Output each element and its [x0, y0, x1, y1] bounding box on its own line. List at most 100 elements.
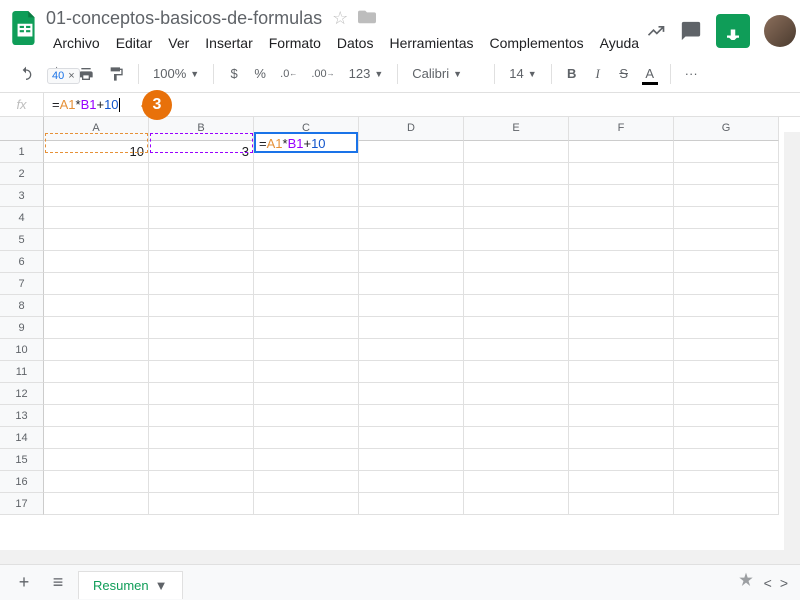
cell[interactable] — [44, 493, 149, 515]
decrease-decimal-button[interactable]: .0← — [274, 61, 303, 87]
row-header[interactable]: 6 — [0, 251, 44, 273]
italic-button[interactable]: I — [586, 61, 610, 87]
cell[interactable] — [254, 273, 359, 295]
increase-decimal-button[interactable]: .00→ — [305, 61, 340, 87]
cell[interactable] — [44, 273, 149, 295]
cell[interactable] — [464, 471, 569, 493]
column-header-g[interactable]: G — [674, 117, 779, 141]
cell[interactable] — [359, 141, 464, 163]
cell[interactable] — [359, 493, 464, 515]
row-header[interactable]: 9 — [0, 317, 44, 339]
cell[interactable] — [44, 449, 149, 471]
cell[interactable] — [44, 185, 149, 207]
cell[interactable] — [359, 449, 464, 471]
cell[interactable] — [674, 141, 779, 163]
cell[interactable] — [359, 163, 464, 185]
row-header[interactable]: 1 — [0, 141, 44, 163]
cell[interactable] — [359, 251, 464, 273]
cell[interactable] — [464, 273, 569, 295]
cell[interactable] — [569, 449, 674, 471]
cell[interactable] — [674, 229, 779, 251]
cell[interactable] — [149, 185, 254, 207]
cell[interactable] — [359, 339, 464, 361]
cell[interactable] — [254, 493, 359, 515]
cell[interactable] — [464, 185, 569, 207]
cell[interactable] — [464, 383, 569, 405]
cell[interactable] — [359, 471, 464, 493]
cell[interactable] — [44, 207, 149, 229]
cell[interactable] — [674, 185, 779, 207]
row-header[interactable]: 15 — [0, 449, 44, 471]
trend-icon[interactable] — [646, 21, 666, 41]
cell[interactable] — [359, 317, 464, 339]
sheets-logo[interactable] — [12, 8, 38, 48]
sheet-tab-active[interactable]: Resumen ▼ — [78, 571, 183, 599]
cell[interactable] — [569, 383, 674, 405]
cell[interactable] — [44, 251, 149, 273]
column-header-d[interactable]: D — [359, 117, 464, 141]
cell[interactable] — [254, 141, 359, 163]
cell[interactable] — [674, 207, 779, 229]
cell[interactable] — [359, 427, 464, 449]
cell[interactable] — [569, 339, 674, 361]
all-sheets-button[interactable]: ≡ — [44, 569, 72, 597]
cell[interactable] — [254, 317, 359, 339]
cell[interactable] — [149, 361, 254, 383]
cell[interactable] — [254, 163, 359, 185]
cell[interactable] — [149, 339, 254, 361]
cell[interactable] — [569, 471, 674, 493]
cell[interactable] — [359, 207, 464, 229]
cell[interactable] — [569, 405, 674, 427]
cell[interactable] — [464, 251, 569, 273]
percent-button[interactable]: % — [248, 61, 272, 87]
cell[interactable] — [44, 229, 149, 251]
sheet-tab-menu-icon[interactable]: ▼ — [155, 578, 168, 593]
row-header[interactable]: 2 — [0, 163, 44, 185]
cell[interactable] — [254, 361, 359, 383]
menu-edit[interactable]: Editar — [109, 31, 160, 55]
cell[interactable] — [254, 295, 359, 317]
cell[interactable] — [569, 427, 674, 449]
fx-icon[interactable]: fx — [0, 93, 44, 116]
account-avatar[interactable] — [764, 15, 796, 47]
row-header[interactable]: 10 — [0, 339, 44, 361]
cell[interactable] — [464, 449, 569, 471]
strikethrough-button[interactable]: S — [612, 61, 636, 87]
row-header[interactable]: 13 — [0, 405, 44, 427]
cell[interactable] — [44, 383, 149, 405]
cell[interactable] — [359, 185, 464, 207]
cell[interactable] — [149, 295, 254, 317]
horizontal-scrollbar[interactable] — [0, 550, 784, 564]
cell[interactable] — [674, 361, 779, 383]
row-header[interactable]: 11 — [0, 361, 44, 383]
cell[interactable] — [359, 361, 464, 383]
cell[interactable] — [149, 449, 254, 471]
cell[interactable] — [569, 295, 674, 317]
folder-icon[interactable] — [358, 8, 376, 29]
cell[interactable] — [569, 207, 674, 229]
cell[interactable] — [254, 229, 359, 251]
cell[interactable] — [44, 405, 149, 427]
cell[interactable] — [359, 273, 464, 295]
cell[interactable] — [254, 449, 359, 471]
comments-icon[interactable] — [680, 20, 702, 42]
explore-button[interactable] — [736, 571, 756, 594]
document-title[interactable]: 01-conceptos-basicos-de-formulas — [46, 8, 322, 29]
column-header-a[interactable]: A — [44, 117, 149, 141]
cell[interactable] — [254, 471, 359, 493]
cell[interactable] — [464, 163, 569, 185]
row-header[interactable]: 5 — [0, 229, 44, 251]
row-header[interactable]: 17 — [0, 493, 44, 515]
cell[interactable] — [44, 163, 149, 185]
column-header-f[interactable]: F — [569, 117, 674, 141]
text-color-button[interactable]: A — [638, 61, 662, 87]
cell[interactable] — [674, 427, 779, 449]
cell[interactable] — [674, 383, 779, 405]
cell[interactable] — [44, 317, 149, 339]
cell[interactable] — [674, 317, 779, 339]
cell[interactable] — [254, 251, 359, 273]
cell[interactable] — [44, 295, 149, 317]
column-header-b[interactable]: B — [149, 117, 254, 141]
cell[interactable] — [674, 163, 779, 185]
cell[interactable] — [569, 251, 674, 273]
